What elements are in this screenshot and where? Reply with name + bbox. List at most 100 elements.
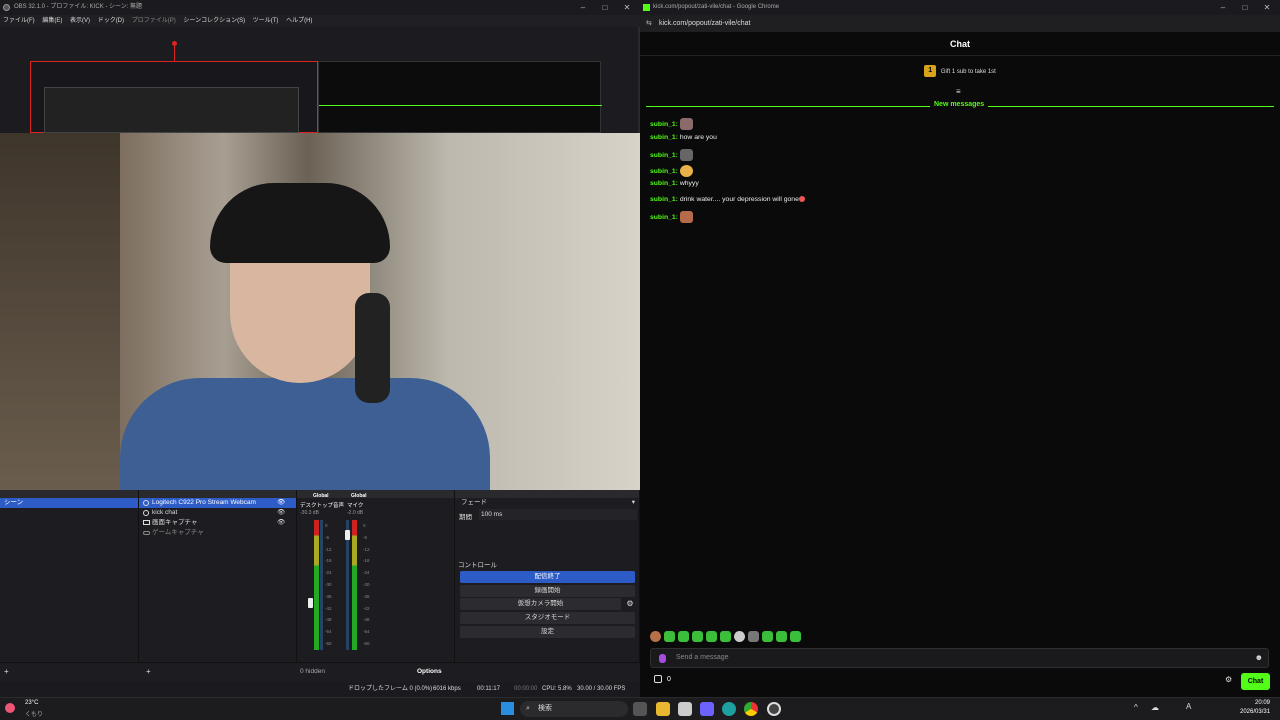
duration-input[interactable]: 100 ms [479,509,637,520]
taskbar-search[interactable]: ⌕ 検索 [520,701,628,717]
username[interactable]: subin_1: [650,152,678,159]
username[interactable]: subin_1: [650,214,678,221]
chat-title: Chat [640,32,1280,56]
chrome-title: kick.com/popout/zati-vile/chat - Google … [653,4,780,10]
ime-icon[interactable]: A [1186,702,1191,711]
source-label: Logitech C922 Pro Stream Webcam [152,499,256,506]
studio-mode-button[interactable]: スタジオモード [460,612,635,624]
source-label: 画面キャプチャ [152,519,198,526]
task-view-icon[interactable] [633,702,647,716]
tray-chevron-icon[interactable]: ^ [1134,703,1138,712]
mic-label[interactable]: マイク [347,501,363,509]
add-source-icon[interactable]: + [146,667,151,676]
options-button[interactable]: Options [417,668,442,675]
eye-icon[interactable]: 👁 [277,518,285,528]
source-webcam[interactable]: Logitech C922 Pro Stream Webcam 👁 [139,498,296,508]
emote-icon[interactable] [664,631,675,642]
message-text: drink water.... your depression will gon… [679,196,799,203]
send-chat-button[interactable]: Chat [1241,673,1270,690]
stop-stream-button[interactable]: 配信終了 [460,571,635,583]
url-text[interactable]: kick.com/popout/zati-vile/chat [659,20,750,27]
transition-select[interactable]: フェード ▾ [459,497,637,508]
menu-help[interactable]: ヘルプ(H) [286,18,312,24]
fps: 30.00 / 30.00 FPS [577,686,626,692]
person-hair [210,183,390,263]
emote-icon [679,165,693,177]
clock-date[interactable]: 2026/03/31 [1240,709,1270,715]
emote-icon[interactable] [790,631,801,642]
close-icon[interactable]: ✕ [1256,0,1278,15]
temperature[interactable]: 23°C [25,700,38,706]
desktop-fader-handle[interactable] [308,598,313,608]
emote-icon[interactable] [706,631,717,642]
chat-input[interactable]: Send a message ☻ [650,648,1269,668]
eye-icon[interactable]: 👁 [277,498,285,508]
emote-icon[interactable] [762,631,773,642]
menu-profile[interactable]: プロファイル(P) [132,18,176,24]
emote-icon[interactable] [748,631,759,642]
close-icon[interactable]: ✕ [616,0,638,15]
obs-title-bar: OBS 32.1.0 - プロファイル: KICK - シーン: 無題 – □ … [0,0,640,15]
menu-file[interactable]: ファイル(F) [3,18,35,24]
mic-fader-handle[interactable] [345,530,350,540]
menu-view[interactable]: 表示(V) [70,18,90,24]
emote-icon[interactable] [720,631,731,642]
dock-toolbar: + + 0 hidden Options [0,662,640,682]
desktop-fader[interactable] [320,520,323,650]
source-screen-capture[interactable]: 画面キャプチャ 👁 [139,518,296,528]
viewer-count: 0 [667,676,671,683]
username[interactable]: subin_1: [650,168,678,175]
maximize-icon[interactable]: □ [1234,0,1256,15]
start-icon[interactable] [501,702,514,715]
microphone-icon[interactable] [659,654,666,663]
start-recording-button[interactable]: 録画開始 [460,585,635,597]
screen-capture-preview [0,27,638,133]
username[interactable]: subin_1: [650,196,678,203]
emote-icon[interactable] [734,631,745,642]
viewer-icon [654,675,662,683]
username[interactable]: subin_1: [650,134,678,141]
transition-type: フェード [461,499,487,506]
cloud-icon[interactable]: ☁ [1151,703,1159,712]
gift-banner[interactable]: 1 Gift 1 sub to take 1st [640,62,1280,82]
chat-settings-gear-icon[interactable]: ⚙ [1225,675,1232,684]
menu-dock[interactable]: ドック(D) [98,18,124,24]
maximize-icon[interactable]: □ [594,0,616,15]
copilot-icon[interactable] [700,702,714,716]
virtual-camera-gear-icon[interactable]: ⚙ [624,598,636,610]
emote-icon [679,211,693,223]
emoji-picker-icon[interactable]: ☻ [1255,649,1263,667]
emote-icon[interactable] [678,631,689,642]
clock-time[interactable]: 20:09 [1240,700,1270,706]
chrome-icon[interactable] [744,702,758,716]
username[interactable]: subin_1: [650,180,678,187]
obs-window: OBS 32.1.0 - プロファイル: KICK - シーン: 無題 – □ … [0,0,640,697]
file-explorer-icon[interactable] [656,702,670,716]
scene-item[interactable]: シーン [0,498,138,508]
site-info-icon[interactable]: ⇆ [646,15,652,32]
add-scene-icon[interactable]: + [4,667,9,676]
source-game-capture[interactable]: ゲームキャプチャ [139,528,296,538]
eye-icon[interactable]: 👁 [277,508,285,518]
emote-icon[interactable] [776,631,787,642]
minimize-icon[interactable]: – [572,0,594,15]
emote-icon[interactable] [650,631,661,642]
start-virtual-camera-button[interactable]: 仮想カメラ開始 [460,598,621,610]
store-icon[interactable] [678,702,692,716]
menu-scene-collection[interactable]: シーンコレクション(S) [183,18,245,24]
search-label: 検索 [538,705,552,712]
weather-condition[interactable]: くもり [25,709,43,718]
source-kick-chat[interactable]: kick chat 👁 [139,508,296,518]
username[interactable]: subin_1: [650,121,678,128]
pinned-filter-icon[interactable]: ≡ [956,87,961,96]
minimize-icon[interactable]: – [1212,0,1234,15]
edge-icon[interactable] [722,702,736,716]
address-bar[interactable]: ⇆ kick.com/popout/zati-vile/chat [640,15,1280,32]
menu-tools[interactable]: ツール(T) [253,18,279,24]
menu-edit[interactable]: 編集(E) [42,18,62,24]
desktop-audio-label[interactable]: デスクトップ音声 [300,501,344,509]
settings-button[interactable]: 設定 [460,626,635,638]
person-jacket [120,378,490,490]
obs-taskbar-icon[interactable] [767,702,781,716]
emote-icon[interactable] [692,631,703,642]
